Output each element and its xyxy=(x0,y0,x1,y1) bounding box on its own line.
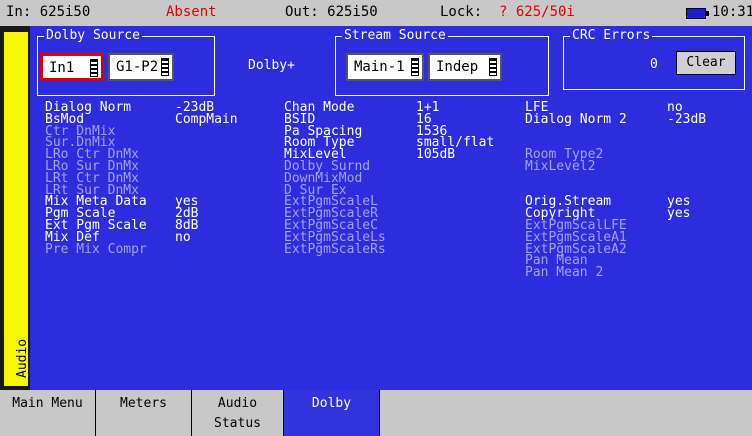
tab-label: Audio xyxy=(217,396,258,411)
tab-label: Main Menu xyxy=(12,396,83,411)
tab-label: Dolby xyxy=(311,396,352,411)
param-value: CompMain xyxy=(175,112,238,127)
clear-button[interactable]: Clear xyxy=(676,51,736,75)
tab-dolby[interactable]: Dolby xyxy=(284,390,380,436)
param-value: yes xyxy=(667,206,691,221)
dolby-pair-select[interactable]: G1-P2 xyxy=(108,53,174,81)
dolby-pair-value: G1-P2 xyxy=(116,59,159,75)
status-bar: In: 625i50 Absent Out: 625i50 Lock: ? 62… xyxy=(0,0,752,26)
scroll-indicator-icon xyxy=(489,58,497,76)
screen: In: 625i50 Absent Out: 625i50 Lock: ? 62… xyxy=(0,0,752,436)
dolby-source-legend: Dolby Source xyxy=(44,28,142,44)
bottom-tabs: Main Menu Meters Audio Status Dolby xyxy=(0,390,752,436)
crc-errors-group: CRC Errors 0 Clear xyxy=(563,28,745,90)
tab-label-line2: Status xyxy=(214,416,261,431)
format-label: Dolby+ xyxy=(248,58,295,73)
dolby-input-select[interactable]: In1 xyxy=(40,53,104,81)
side-panel: Audio xyxy=(0,26,30,390)
battery-icon xyxy=(686,8,709,19)
side-tab-label: Audio xyxy=(15,338,30,378)
stream-program-select[interactable]: Main-1 xyxy=(346,53,424,81)
tab-audio-status[interactable]: Audio Status xyxy=(192,390,284,436)
stream-mode-select[interactable]: Indep xyxy=(428,53,502,81)
param-label: ExtPgmScaleRs xyxy=(284,242,386,257)
tab-label: Meters xyxy=(120,396,167,411)
side-tab-audio[interactable]: Audio xyxy=(4,32,30,386)
param-label: Pre Mix Compr xyxy=(45,242,147,257)
lock-label: Lock: xyxy=(440,4,483,20)
stream-source-group: Stream Source Main-1 Indep xyxy=(335,28,549,96)
scroll-indicator-icon xyxy=(161,58,169,76)
dolby-panel: Dolby Source In1 G1-P2 Dolby+ Stream Sou… xyxy=(30,26,752,390)
param-label: Dialog Norm 2 xyxy=(525,112,627,127)
dolby-input-value: In1 xyxy=(49,60,75,76)
signal-status: Absent xyxy=(166,4,217,20)
clock: 10:31 xyxy=(712,4,752,20)
scroll-indicator-icon xyxy=(411,58,419,76)
stream-mode-value: Indep xyxy=(436,59,479,75)
crc-errors-legend: CRC Errors xyxy=(570,28,653,44)
crc-error-count: 0 xyxy=(650,57,658,72)
output-format: Out: 625i50 xyxy=(285,4,378,20)
input-format: In: 625i50 xyxy=(6,4,91,20)
dolby-source-group: Dolby Source In1 G1-P2 xyxy=(37,28,215,96)
param-value: 105dB xyxy=(416,147,456,162)
lock-status: ? 625/50i xyxy=(499,4,575,20)
stream-program-value: Main-1 xyxy=(354,59,405,75)
param-value: no xyxy=(175,230,191,245)
param-label: Pan Mean 2 xyxy=(525,265,604,280)
stream-source-legend: Stream Source xyxy=(342,28,448,44)
tab-meters[interactable]: Meters xyxy=(96,390,192,436)
param-label: MixLevel2 xyxy=(525,159,596,174)
scroll-indicator-icon xyxy=(90,59,98,77)
param-value: -23dB xyxy=(667,112,707,127)
tab-main-menu[interactable]: Main Menu xyxy=(0,390,96,436)
